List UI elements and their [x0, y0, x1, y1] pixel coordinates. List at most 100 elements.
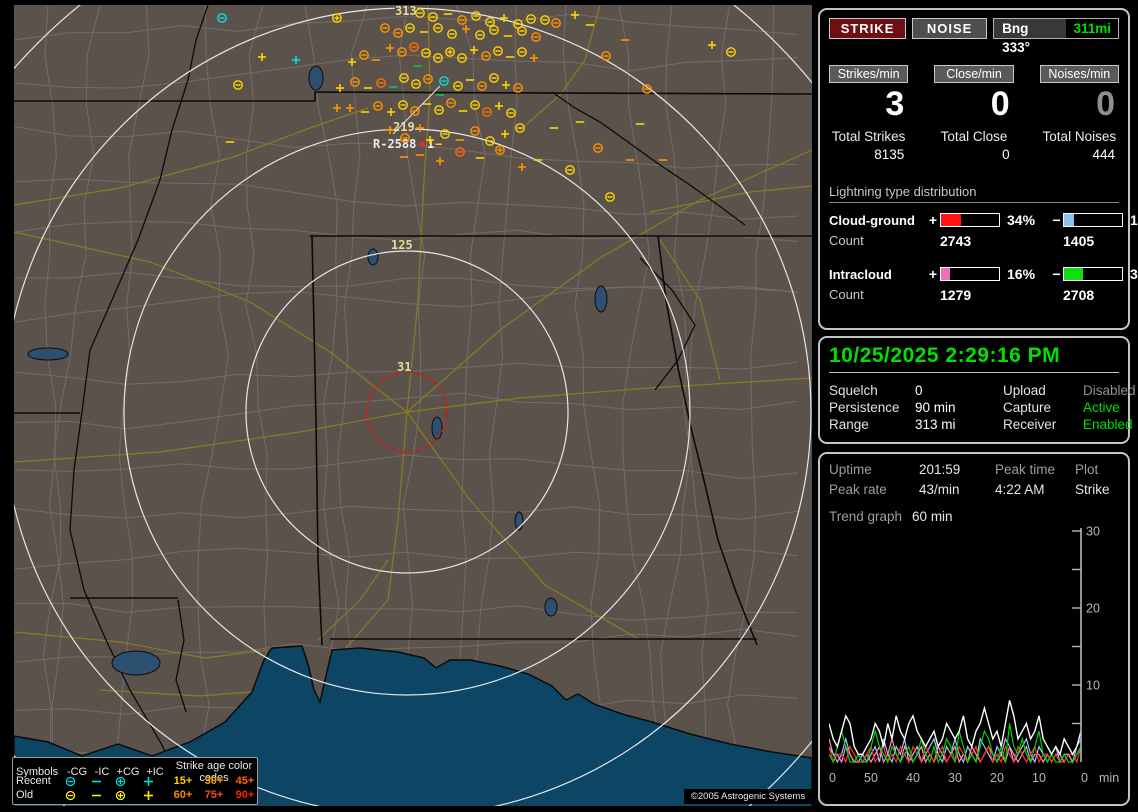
dist-row-label: Intracloud	[829, 267, 926, 282]
strike-mode-button[interactable]: STRIKE	[829, 18, 906, 39]
setting-value: 313 mi	[915, 417, 1003, 432]
pos-bar	[940, 213, 1000, 227]
total-value: 8135	[829, 147, 908, 162]
age-code-90: 90+	[230, 789, 260, 801]
app-window: 31 125 219 313 R-25881− Symbols-CG-IC+CG+ICS…	[0, 0, 1138, 812]
icp-symbol-icon	[142, 776, 155, 787]
total-value: 0	[934, 147, 1013, 162]
settings-grid: Squelch0UploadDisabledPersistence90 minC…	[829, 383, 1119, 432]
svg-text:125: 125	[391, 238, 413, 252]
setting-label: Receiver	[1003, 417, 1083, 432]
rate-value: 3	[829, 85, 908, 123]
stat-button-noises-min[interactable]: Noises/min	[1040, 65, 1119, 83]
rate-value: 0	[1040, 85, 1119, 123]
stats-panel: STRIKE NOISE Bng 333° 311mi Strikes/min 3…	[818, 8, 1130, 330]
svg-text:30: 30	[1086, 526, 1100, 539]
total-label: Total Close	[934, 129, 1013, 144]
svg-text:10: 10	[1032, 771, 1046, 785]
cgp-symbol-icon	[114, 790, 127, 801]
plot-label: Plot	[1075, 462, 1119, 477]
setting-label: Persistence	[829, 400, 915, 415]
map-legend: Symbols-CG-IC+CG+ICStrike age color code…	[12, 757, 258, 805]
svg-text:40: 40	[906, 771, 920, 785]
setting-value: Disabled	[1083, 383, 1136, 398]
peaktime-value: 4:22 AM	[995, 482, 1075, 497]
bearing-distance: 311mi	[1066, 19, 1118, 38]
total-value: 444	[1040, 147, 1119, 162]
distribution-title: Lightning type distribution	[829, 184, 1119, 203]
svg-text:R-2588: R-2588	[373, 137, 416, 151]
trend-graph-canvas: 10 20 30 60 50 40 30 20 10 0 min	[829, 526, 1125, 790]
bearing-readout: Bng 333° 311mi	[993, 18, 1119, 39]
distribution-table: Cloud-ground+34%−17%Count27431405Intracl…	[829, 212, 1119, 306]
stat-button-strikes-min[interactable]: Strikes/min	[829, 65, 908, 83]
cgn-symbol-icon	[64, 790, 77, 801]
svg-text:20: 20	[990, 771, 1004, 785]
cgp-symbol-icon	[114, 776, 127, 787]
neg-bar	[1063, 267, 1123, 281]
stat-column-1: Close/min 0 Total Close 0	[934, 65, 1013, 162]
setting-value: Active	[1083, 400, 1136, 415]
setting-label: Squelch	[829, 383, 915, 398]
pos-count: 2743	[940, 233, 1004, 249]
trend-window-value: 60 min	[912, 509, 953, 524]
setting-label: Upload	[1003, 383, 1083, 398]
svg-text:30: 30	[948, 771, 962, 785]
dist-row-label: Cloud-ground	[829, 213, 926, 228]
total-label: Total Noises	[1040, 129, 1119, 144]
peakrate-value: 43/min	[919, 482, 995, 497]
svg-text:313: 313	[395, 5, 417, 18]
icn-symbol-icon	[90, 776, 103, 787]
pos-bar	[940, 267, 1000, 281]
svg-text:31: 31	[397, 360, 411, 374]
copyright-text: ©2005 Astrogenic Systems	[684, 789, 812, 804]
svg-text:20: 20	[1086, 602, 1100, 616]
setting-value: 90 min	[915, 400, 1003, 415]
svg-text:0: 0	[1081, 771, 1088, 785]
noise-mode-button[interactable]: NOISE	[912, 18, 987, 39]
selected-strike-label: R-25881−	[373, 137, 442, 151]
neg-bar	[1063, 213, 1123, 227]
setting-value: 0	[915, 383, 1003, 398]
legend-row-label: Old	[16, 789, 64, 801]
setting-value: Enabled	[1083, 417, 1136, 432]
stat-column-0: Strikes/min 3 Total Strikes 8135	[829, 65, 908, 162]
trend-graph-label: Trend graph	[829, 509, 902, 524]
strike-map-canvas[interactable]: 31 125 219 313 R-25881−	[14, 5, 812, 806]
setting-label: Capture	[1003, 400, 1083, 415]
age-code-60: 60+	[168, 789, 198, 801]
uptime-label: Uptime	[829, 462, 919, 477]
settings-panel: 10/25/2025 2:29:16 PM Squelch0UploadDisa…	[818, 336, 1130, 444]
neg-count: 2708	[1063, 287, 1127, 303]
datetime-display: 10/25/2025 2:29:16 PM	[829, 344, 1119, 373]
setting-label: Range	[829, 417, 915, 432]
neg-count: 1405	[1063, 233, 1127, 249]
status-grid: Uptime 201:59 Peak time Plot Peak rate 4…	[829, 462, 1119, 497]
stat-button-close-min[interactable]: Close/min	[934, 65, 1013, 83]
uptime-value: 201:59	[919, 462, 995, 477]
svg-text:219: 219	[393, 120, 415, 134]
svg-text:min: min	[1099, 771, 1119, 785]
age-code-75: 75+	[198, 789, 230, 801]
pos-count: 1279	[940, 287, 1004, 303]
rate-counters: Strikes/min 3 Total Strikes 8135 Close/min 0 T…	[829, 65, 1119, 162]
svg-text:10: 10	[1086, 679, 1100, 693]
svg-text:60: 60	[829, 771, 836, 785]
age-code-15: 15+	[168, 775, 198, 787]
bearing-value: Bng 333°	[994, 19, 1066, 38]
total-label: Total Strikes	[829, 129, 908, 144]
peaktime-label: Peak time	[995, 462, 1075, 477]
svg-text:50: 50	[864, 771, 878, 785]
icn-symbol-icon	[90, 790, 103, 801]
age-code-30: 30+	[198, 775, 230, 787]
status-trend-panel: Uptime 201:59 Peak time Plot Peak rate 4…	[818, 452, 1130, 806]
stat-column-2: Noises/min 0 Total Noises 444	[1040, 65, 1119, 162]
svg-text:−: −	[435, 137, 442, 151]
icp-symbol-icon	[142, 790, 155, 801]
legend-row-label: Recent	[16, 775, 64, 787]
age-code-45: 45+	[230, 775, 260, 787]
rate-value: 0	[934, 85, 1013, 123]
peakrate-label: Peak rate	[829, 482, 919, 497]
plot-value: Strike	[1075, 482, 1119, 497]
cgn-symbol-icon	[64, 776, 77, 787]
